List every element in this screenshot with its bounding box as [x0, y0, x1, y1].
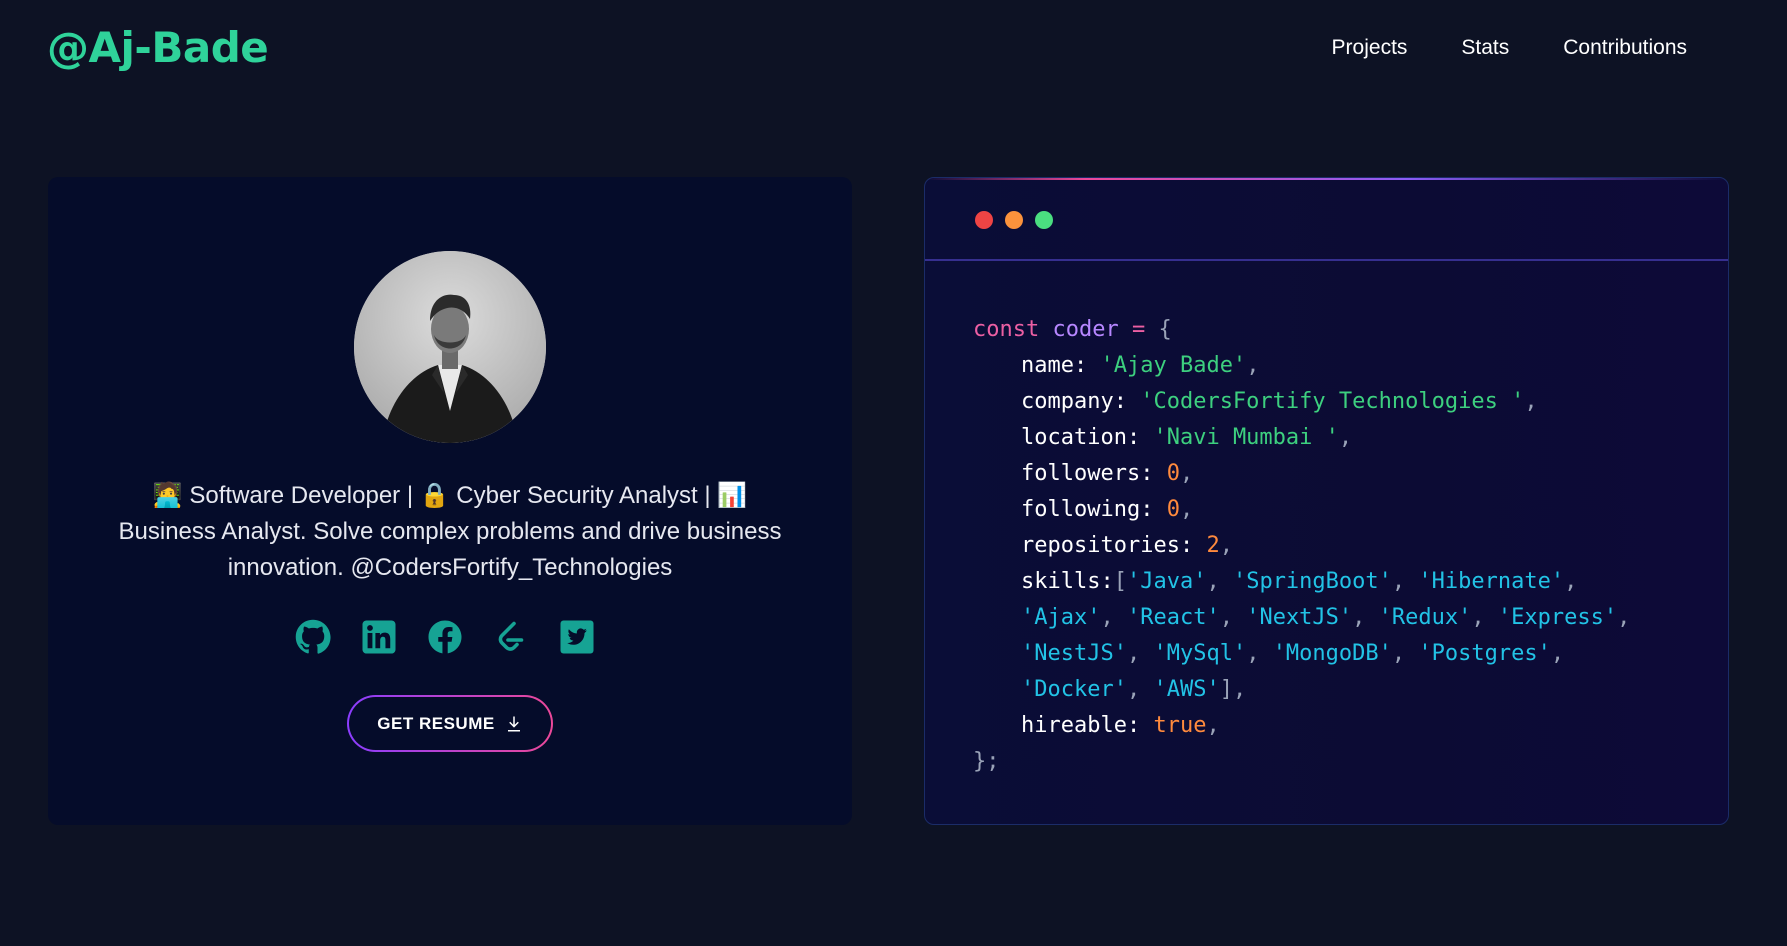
skill-item: 'Ajax' — [1021, 605, 1101, 630]
profile-photo — [354, 251, 546, 443]
skill-item: 'Redux' — [1378, 605, 1472, 630]
code-value-following: 0 — [1166, 497, 1180, 522]
skill-item: 'Hibernate' — [1418, 569, 1565, 594]
maximize-dot-icon — [1035, 211, 1053, 229]
linkedin-icon[interactable] — [361, 619, 397, 655]
code-line-skills-3: 'NestJS', 'MySql', 'MongoDB', 'Postgres'… — [1021, 641, 1565, 666]
code-key-company: company: — [1021, 389, 1127, 414]
skill-item: 'SpringBoot' — [1232, 569, 1392, 594]
code-value-company: 'CodersFortify Technologies ' — [1140, 389, 1525, 414]
code-line-name: name: 'Ajay Bade', — [1021, 353, 1260, 378]
avatar — [354, 251, 546, 443]
nav-link-contributions[interactable]: Contributions — [1536, 28, 1714, 68]
code-window-divider — [925, 259, 1728, 261]
code-block: const coder = { name: 'Ajay Bade', company… — [973, 312, 1630, 780]
skill-item: 'MongoDB' — [1272, 641, 1392, 666]
leetcode-icon[interactable] — [493, 619, 529, 655]
site-header: @Aj-Bade Projects Stats Contributions — [0, 0, 1787, 96]
code-window: const coder = { name: 'Ajay Bade', company… — [924, 177, 1729, 825]
code-key-repositories: repositories: — [1021, 533, 1194, 558]
facebook-icon[interactable] — [427, 619, 463, 655]
code-keyword: const — [973, 317, 1040, 342]
github-icon[interactable] — [295, 619, 331, 655]
download-icon — [507, 716, 520, 731]
get-resume-button[interactable]: GET RESUME — [347, 695, 553, 752]
brand-logo[interactable]: @Aj-Bade — [47, 18, 269, 78]
skill-item: 'Docker' — [1021, 677, 1127, 702]
code-variable: coder — [1052, 317, 1119, 342]
code-value-hireable: true — [1153, 713, 1207, 738]
code-value-followers: 0 — [1166, 461, 1180, 486]
code-key-following: following: — [1021, 497, 1154, 522]
close-dot-icon — [975, 211, 993, 229]
minimize-dot-icon — [1005, 211, 1023, 229]
skill-item: 'NextJS' — [1246, 605, 1353, 630]
nav-link-stats[interactable]: Stats — [1434, 28, 1536, 68]
code-line-skills-1: skills:['Java', 'SpringBoot', 'Hibernate… — [1021, 569, 1578, 594]
twitter-icon[interactable] — [559, 619, 595, 655]
window-controls — [975, 211, 1053, 229]
code-window-top-border — [925, 178, 1728, 180]
code-key-followers: followers: — [1021, 461, 1154, 486]
code-line-followers: followers: 0, — [1021, 461, 1194, 486]
code-key-skills: skills: — [1021, 569, 1114, 594]
code-line-location: location: 'Navi Mumbai ', — [1021, 425, 1353, 450]
skill-item: 'AWS' — [1153, 677, 1220, 702]
skill-item: 'Postgres' — [1418, 641, 1551, 666]
code-line-close: }; — [973, 749, 1000, 774]
main-nav: Projects Stats Contributions — [1305, 28, 1714, 68]
bio-text: 🧑‍💻 Software Developer | 🔒 Cyber Securit… — [118, 482, 782, 581]
get-resume-label: GET RESUME — [377, 713, 495, 733]
skill-item: 'React' — [1126, 605, 1220, 630]
skill-item: 'Express' — [1497, 605, 1618, 630]
code-line-skills-2: 'Ajax', 'React', 'NextJS', 'Redux', 'Exp… — [1021, 605, 1631, 630]
code-key-name: name: — [1021, 353, 1088, 378]
get-resume-inner: GET RESUME — [349, 697, 551, 750]
skill-item: 'MySql' — [1153, 641, 1247, 666]
code-line-hireable: hireable: true, — [1021, 713, 1220, 738]
code-value-name: 'Ajay Bade' — [1100, 353, 1247, 378]
code-line-company: company: 'CodersFortify Technologies ', — [1021, 389, 1538, 414]
social-links — [295, 619, 595, 659]
code-key-location: location: — [1021, 425, 1141, 450]
code-key-hireable: hireable: — [1021, 713, 1141, 738]
code-value-repositories: 2 — [1206, 533, 1220, 558]
code-line-repositories: repositories: 2, — [1021, 533, 1233, 558]
code-value-location: 'Navi Mumbai ' — [1153, 425, 1339, 450]
nav-link-projects[interactable]: Projects — [1305, 28, 1435, 68]
code-line-skills-4: 'Docker', 'AWS'], — [1021, 677, 1247, 702]
profile-card: 🧑‍💻 Software Developer | 🔒 Cyber Securit… — [48, 177, 852, 825]
skill-item: 'NestJS' — [1021, 641, 1127, 666]
code-line-following: following: 0, — [1021, 497, 1194, 522]
portfolio-page: @Aj-Bade Projects Stats Contributions — [0, 0, 1787, 946]
skill-item: 'Java' — [1126, 569, 1207, 594]
code-line-declaration: const coder = { — [973, 317, 1172, 342]
